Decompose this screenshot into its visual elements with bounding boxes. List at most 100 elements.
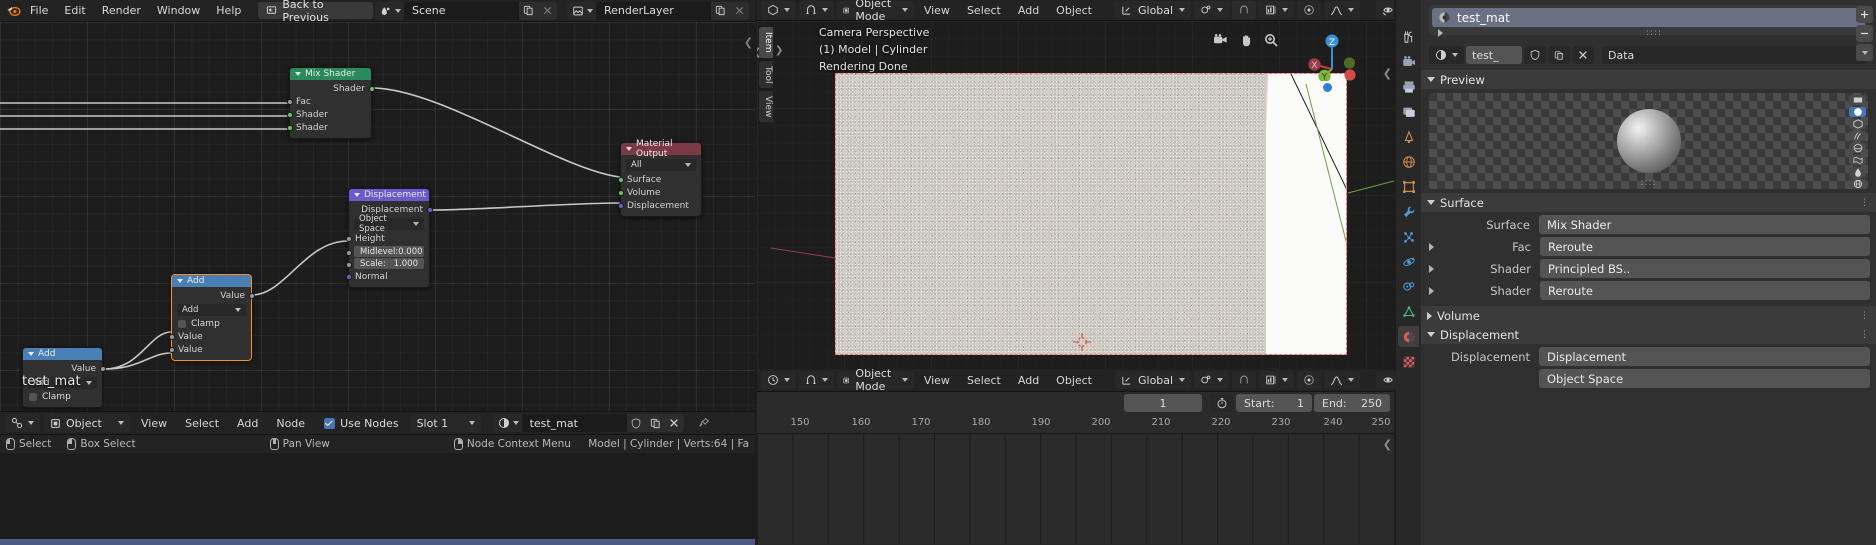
back-to-previous-button[interactable]: Back to Previous xyxy=(258,0,373,24)
menu-render[interactable]: Render xyxy=(95,2,148,19)
properties-tab-render[interactable] xyxy=(1398,51,1419,72)
timeline-menu-select[interactable]: Select xyxy=(960,371,1008,389)
menu-edit[interactable]: Edit xyxy=(57,2,92,19)
properties-tab-scene[interactable] xyxy=(1398,126,1419,147)
viewport-menu-view[interactable]: View xyxy=(917,1,957,19)
node-socket-in-surface[interactable]: Surface xyxy=(617,173,701,186)
object-visibility-selector[interactable] xyxy=(1376,1,1394,19)
displacement-space-select[interactable]: Object Space xyxy=(354,214,424,234)
node-displacement[interactable]: Displacement Displacement Object Space H… xyxy=(345,188,433,288)
properties-tab-physics[interactable] xyxy=(1398,251,1419,272)
collapse-triangle-icon[interactable] xyxy=(28,352,34,356)
timeline-channel-area[interactable]: ❮ xyxy=(757,434,1394,544)
panel-drag-grip[interactable]: ⋮ xyxy=(1860,198,1870,208)
menu-help[interactable]: Help xyxy=(209,2,248,19)
preview-shape-sphere-icon[interactable] xyxy=(1849,107,1866,117)
expand-arrow-icon[interactable] xyxy=(1429,242,1434,251)
snap-target-selector[interactable] xyxy=(1259,1,1295,19)
viewport-editor-type-selector[interactable] xyxy=(761,1,796,19)
scene-unlink-x-icon[interactable] xyxy=(538,1,557,20)
viewport-axis-gizmo[interactable]: Z X Y xyxy=(1306,29,1358,81)
viewlayer-browse-icon[interactable] xyxy=(567,1,596,20)
properties-tab-object-data[interactable] xyxy=(1398,301,1419,322)
timeline-pivot-selector[interactable] xyxy=(1194,371,1230,389)
frame-start-field[interactable]: Start: 1 xyxy=(1236,394,1312,412)
preview-resize-grip[interactable]: :::: xyxy=(1640,178,1656,188)
shader-1-value[interactable]: Principled BS.. xyxy=(1540,259,1870,278)
displacement-scale-row[interactable]: Scale: 1.000 xyxy=(345,258,429,269)
properties-tab-modifiers[interactable] xyxy=(1398,201,1419,222)
material-new-copy-icon[interactable] xyxy=(645,414,665,432)
material-unlink-x-icon[interactable] xyxy=(1572,46,1594,64)
pin-icon[interactable] xyxy=(698,417,710,429)
properties-tab-tool[interactable] xyxy=(1398,26,1419,47)
displacement-midlevel-field[interactable]: Midlevel: 0.000 xyxy=(354,246,424,257)
panel-drag-grip[interactable]: ⋮ xyxy=(1860,311,1870,321)
displacement-space-value[interactable]: Object Space xyxy=(1539,369,1870,388)
node-socket-in-volume[interactable]: Volume xyxy=(617,186,701,199)
panel-header-surface[interactable]: Surface ⋮ xyxy=(1421,193,1876,212)
timeline-snap-toggle[interactable] xyxy=(1232,371,1257,389)
add-upper-operation-select[interactable]: Add xyxy=(177,304,246,316)
timeline-editor[interactable]: Object Mode View Select Add Object Globa… xyxy=(757,367,1509,545)
socket-dot-shader-2[interactable] xyxy=(286,124,293,131)
node-menu-view[interactable]: View xyxy=(134,414,174,432)
properties-tab-texture[interactable] xyxy=(1398,351,1419,372)
node-socket-in-value-1[interactable]: Value xyxy=(168,330,251,343)
socket-dot-value-out[interactable] xyxy=(99,365,106,372)
collapse-triangle-icon[interactable] xyxy=(177,279,183,283)
timeline-mode-selector[interactable]: Object Mode xyxy=(837,367,914,393)
node-material-output-header[interactable]: Material Output xyxy=(621,139,701,159)
node-socket-in-value-2[interactable]: Value xyxy=(168,343,251,356)
scene-name[interactable]: Scene xyxy=(404,1,519,20)
frame-end-field[interactable]: End: 250 xyxy=(1314,394,1390,412)
add-upper-clamp-checkbox[interactable]: Clamp xyxy=(172,318,251,330)
viewport-tab-view[interactable]: View xyxy=(759,90,773,123)
fac-value[interactable]: Reroute xyxy=(1540,237,1870,256)
material-selector[interactable]: test_mat xyxy=(492,414,684,432)
menu-window[interactable]: Window xyxy=(150,2,207,19)
snap-toggle[interactable] xyxy=(1232,1,1257,19)
preview-shape-cloth-icon[interactable] xyxy=(1849,155,1866,165)
socket-dot-shader-1[interactable] xyxy=(286,111,293,118)
region-toggle-arrow-icon[interactable]: ❮ xyxy=(744,36,753,49)
viewport-mode-selector[interactable]: Object Mode xyxy=(837,0,914,23)
properties-tab-viewlayer[interactable] xyxy=(1398,101,1419,122)
viewport-sidebar-toggle-arrow-icon[interactable]: ❮ xyxy=(1383,67,1392,80)
node-socket-in-height[interactable]: Height xyxy=(345,232,429,245)
socket-dot-fac[interactable] xyxy=(286,98,293,105)
viewlayer-name[interactable]: RenderLayer xyxy=(596,1,711,20)
menu-file[interactable]: File xyxy=(23,2,55,19)
viewlayer-unlink-x-icon[interactable] xyxy=(730,1,749,20)
material-slot-specials-menu[interactable] xyxy=(1856,44,1873,61)
camera-view-icon[interactable] xyxy=(1212,31,1229,48)
node-add-upper[interactable]: Add Value Add Clamp Value Value xyxy=(168,274,255,361)
add-material-slot-button[interactable] xyxy=(1856,6,1873,23)
node-displacement-header[interactable]: Displacement xyxy=(349,189,429,201)
scene-selector[interactable]: Scene xyxy=(375,1,557,20)
material-name-field[interactable]: test_mat xyxy=(521,414,627,432)
material-slot-item[interactable]: test_mat xyxy=(1432,8,1865,27)
viewport-menu-select[interactable]: Select xyxy=(960,1,1008,19)
properties-tab-world[interactable] xyxy=(1398,151,1419,172)
add-lower-clamp-checkbox[interactable]: Clamp xyxy=(23,391,102,403)
viewlayer-selector[interactable]: RenderLayer xyxy=(567,1,749,20)
node-mix-shader[interactable]: Mix Shader Shader Fac Shader Shader xyxy=(286,67,375,139)
panel-header-volume[interactable]: Volume ⋮ xyxy=(1421,306,1876,325)
shader-2-value[interactable]: Reroute xyxy=(1540,281,1870,300)
material-new-copy-icon[interactable] xyxy=(1548,46,1570,64)
material-unlink-x-icon[interactable] xyxy=(664,414,684,432)
properties-tab-object[interactable] xyxy=(1398,176,1419,197)
preview-shape-shader-ball-icon[interactable] xyxy=(1849,143,1866,153)
use-nodes-toggle[interactable]: Use Nodes xyxy=(324,417,399,430)
properties-tab-particles[interactable] xyxy=(1398,226,1419,247)
checkbox-box[interactable] xyxy=(29,393,37,401)
sidebar-expand-arrow-icon[interactable]: ❯ xyxy=(775,45,783,56)
properties-tab-material[interactable] xyxy=(1398,326,1419,347)
timeline-sidebar-toggle-arrow-icon[interactable]: ❮ xyxy=(1383,438,1392,451)
timeline-proportional-toggle[interactable] xyxy=(1297,371,1322,389)
proportional-falloff-selector[interactable] xyxy=(1324,1,1361,19)
material-preview[interactable]: :::: xyxy=(1429,93,1868,189)
socket-dot-normal[interactable] xyxy=(345,273,352,280)
socket-dot-value-out[interactable] xyxy=(248,292,255,299)
